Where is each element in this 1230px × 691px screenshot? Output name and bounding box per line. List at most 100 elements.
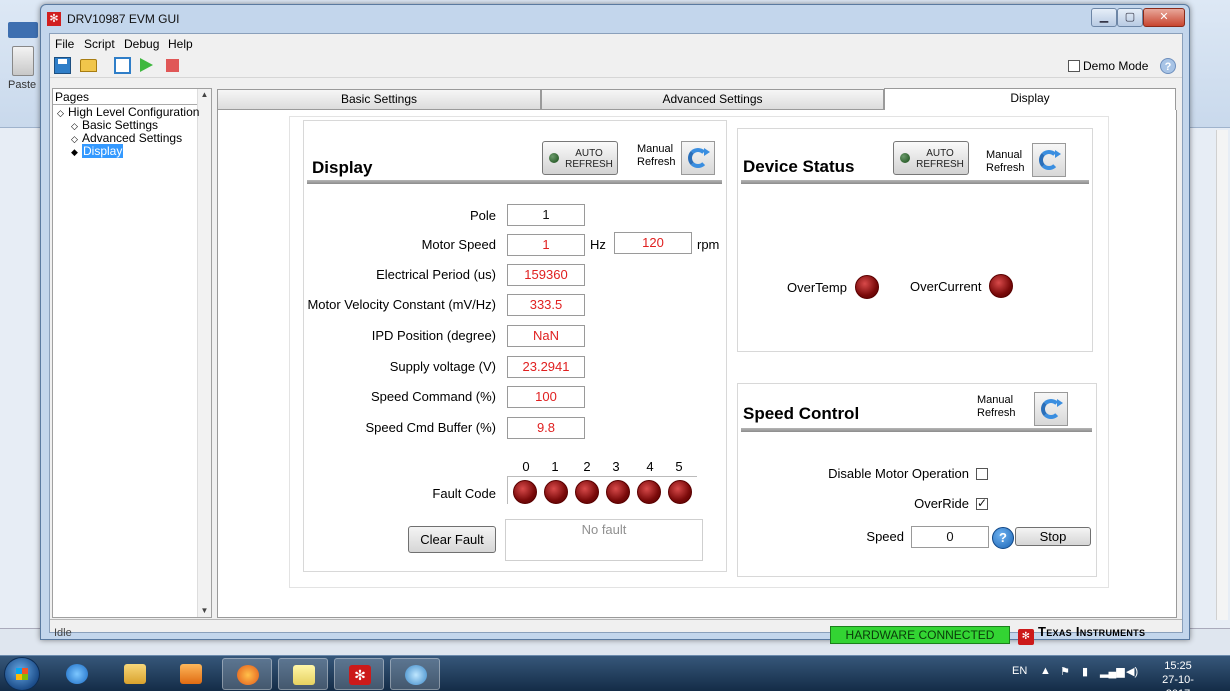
auto-refresh-led-icon <box>900 153 910 163</box>
firefox-icon <box>237 665 259 685</box>
background-app-menu-button[interactable] <box>8 22 38 38</box>
motor-speed-label: Motor Speed <box>421 237 496 252</box>
stop-icon[interactable] <box>166 59 179 72</box>
volume-icon[interactable]: ◀) <box>1126 665 1138 678</box>
stop-button[interactable]: Stop <box>1015 527 1091 546</box>
device-status-title-rule <box>741 180 1089 184</box>
electrical-period-field: 159360 <box>507 264 585 286</box>
speed-control-title-rule <box>741 428 1092 432</box>
taskbar-drv-gui[interactable]: ✻ <box>334 658 384 690</box>
fault-led-1-icon <box>544 480 568 504</box>
ti-brand: ✻ Texas Instruments <box>1018 624 1145 645</box>
tab-display[interactable]: Display <box>884 88 1176 110</box>
display-title: Display <box>312 158 373 177</box>
auto-refresh-text: AUTO REFRESH <box>563 148 615 170</box>
auto-refresh-text: AUTO REFRESH <box>914 148 966 170</box>
run-icon[interactable] <box>140 58 153 72</box>
fault-led-tray <box>507 476 697 504</box>
open-folder-icon[interactable] <box>80 59 97 72</box>
fault-index-5: 5 <box>675 459 683 474</box>
fault-index-3: 3 <box>612 459 620 474</box>
display-title-rule <box>307 180 722 184</box>
background-left-strip <box>0 128 40 628</box>
device-status-manual-refresh-label: Manual Refresh <box>986 149 1025 175</box>
speed-cmd-buffer-label: Speed Cmd Buffer (%) <box>365 420 496 435</box>
title-bar[interactable]: ✻ DRV10987 EVM GUI ▁ ▢ ✕ <box>41 5 1189 33</box>
save-icon[interactable] <box>54 57 71 74</box>
taskbar-firefox[interactable] <box>222 658 272 690</box>
taskbar-paint[interactable] <box>390 658 440 690</box>
manual-line1: Manual <box>977 394 1014 406</box>
menu-file[interactable]: File <box>55 37 74 51</box>
app-logo-icon: ✻ <box>47 12 61 26</box>
manual-line2: Refresh <box>986 162 1025 174</box>
taskbar-ie[interactable] <box>52 658 102 690</box>
fault-led-5-icon <box>668 480 692 504</box>
taskbar-media[interactable] <box>166 658 216 690</box>
demo-mode-toggle[interactable]: Demo Mode <box>1068 59 1148 73</box>
tree-item-display[interactable]: ◆ Display <box>71 144 124 159</box>
overcurrent-led-icon <box>989 274 1013 298</box>
background-paste-label: Paste <box>8 79 37 91</box>
start-button[interactable] <box>4 657 40 691</box>
manual-line2: Refresh <box>637 156 676 168</box>
fault-message-box: No fault <box>505 519 703 561</box>
device-status-manual-refresh-button[interactable] <box>1032 143 1066 177</box>
taskbar: ✻ EN ▲ ⚑ ▮ ▂▄▆ ◀) 15:25 27-10-2017 <box>0 655 1230 691</box>
taskbar-notes[interactable] <box>278 658 328 690</box>
client-area: File Script Debug Help Demo Mode ? Pages… <box>49 33 1183 645</box>
menu-debug[interactable]: Debug <box>124 37 159 51</box>
export-icon[interactable] <box>114 57 131 74</box>
clipboard-icon <box>12 46 34 76</box>
motor-speed-hz-field: 1 <box>507 234 585 256</box>
speed-help-icon[interactable]: ? <box>992 527 1014 549</box>
close-button[interactable]: ✕ <box>1143 8 1185 27</box>
device-status-auto-refresh-button[interactable]: AUTO REFRESH <box>893 141 969 175</box>
flag-icon[interactable]: ⚑ <box>1060 665 1070 678</box>
speed-cmd-buffer-field: 9.8 <box>507 417 585 439</box>
tab-basic-settings[interactable]: Basic Settings <box>217 89 541 110</box>
tab-advanced-settings[interactable]: Advanced Settings <box>541 89 884 110</box>
toolbar: Demo Mode ? <box>50 54 1182 78</box>
velocity-constant-field: 333.5 <box>507 294 585 316</box>
hz-unit: Hz <box>590 237 606 252</box>
pole-label: Pole <box>469 208 496 223</box>
maximize-button[interactable]: ▢ <box>1117 8 1143 27</box>
display-manual-refresh-label: Manual Refresh <box>637 143 676 169</box>
drv-gui-icon: ✻ <box>349 665 371 685</box>
notes-icon <box>293 665 315 685</box>
taskbar-explorer[interactable] <box>110 658 160 690</box>
pages-tree-scrollbar[interactable]: ▲ ▼ <box>197 89 211 617</box>
clock-time: 15:25 <box>1164 660 1192 672</box>
language-indicator[interactable]: EN <box>1012 665 1027 677</box>
status-bar: Idle <box>50 619 1182 639</box>
overtemp-label: OverTemp <box>787 280 847 295</box>
menu-help[interactable]: Help <box>168 37 193 51</box>
disable-motor-label: Disable Motor Operation <box>828 466 969 481</box>
ipd-position-field: NaN <box>507 325 585 347</box>
background-paste-button[interactable]: Paste <box>8 46 40 106</box>
clock[interactable]: 15:25 27-10-2017 <box>1150 659 1206 691</box>
override-label: OverRide <box>914 496 969 511</box>
help-icon[interactable]: ? <box>1160 58 1176 74</box>
battery-icon[interactable]: ▮ <box>1082 665 1088 678</box>
speed-input[interactable]: 0 <box>911 526 989 548</box>
display-manual-refresh-button[interactable] <box>681 141 715 175</box>
menu-script[interactable]: Script <box>84 37 115 51</box>
display-auto-refresh-button[interactable]: AUTO REFRESH <box>542 141 618 175</box>
clear-fault-button[interactable]: Clear Fault <box>408 526 496 553</box>
speed-control-manual-refresh-button[interactable] <box>1034 392 1068 426</box>
app-window: ✻ DRV10987 EVM GUI ▁ ▢ ✕ File Script Deb… <box>40 4 1190 645</box>
auto-refresh-led-icon <box>549 153 559 163</box>
refresh-icon <box>1041 399 1063 419</box>
minimize-button[interactable]: ▁ <box>1091 8 1117 27</box>
tray-expand-icon[interactable]: ▲ <box>1040 665 1051 677</box>
background-scrollbar[interactable] <box>1216 130 1228 620</box>
pole-field[interactable]: 1 <box>507 204 585 226</box>
hardware-status-badge: HARDWARE CONNECTED <box>830 626 1010 644</box>
demo-mode-checkbox[interactable] <box>1068 60 1080 72</box>
override-checkbox[interactable] <box>976 496 988 510</box>
disable-motor-checkbox[interactable] <box>976 468 988 480</box>
network-icon[interactable]: ▂▄▆ <box>1100 665 1125 678</box>
fault-index-4: 4 <box>646 459 654 474</box>
